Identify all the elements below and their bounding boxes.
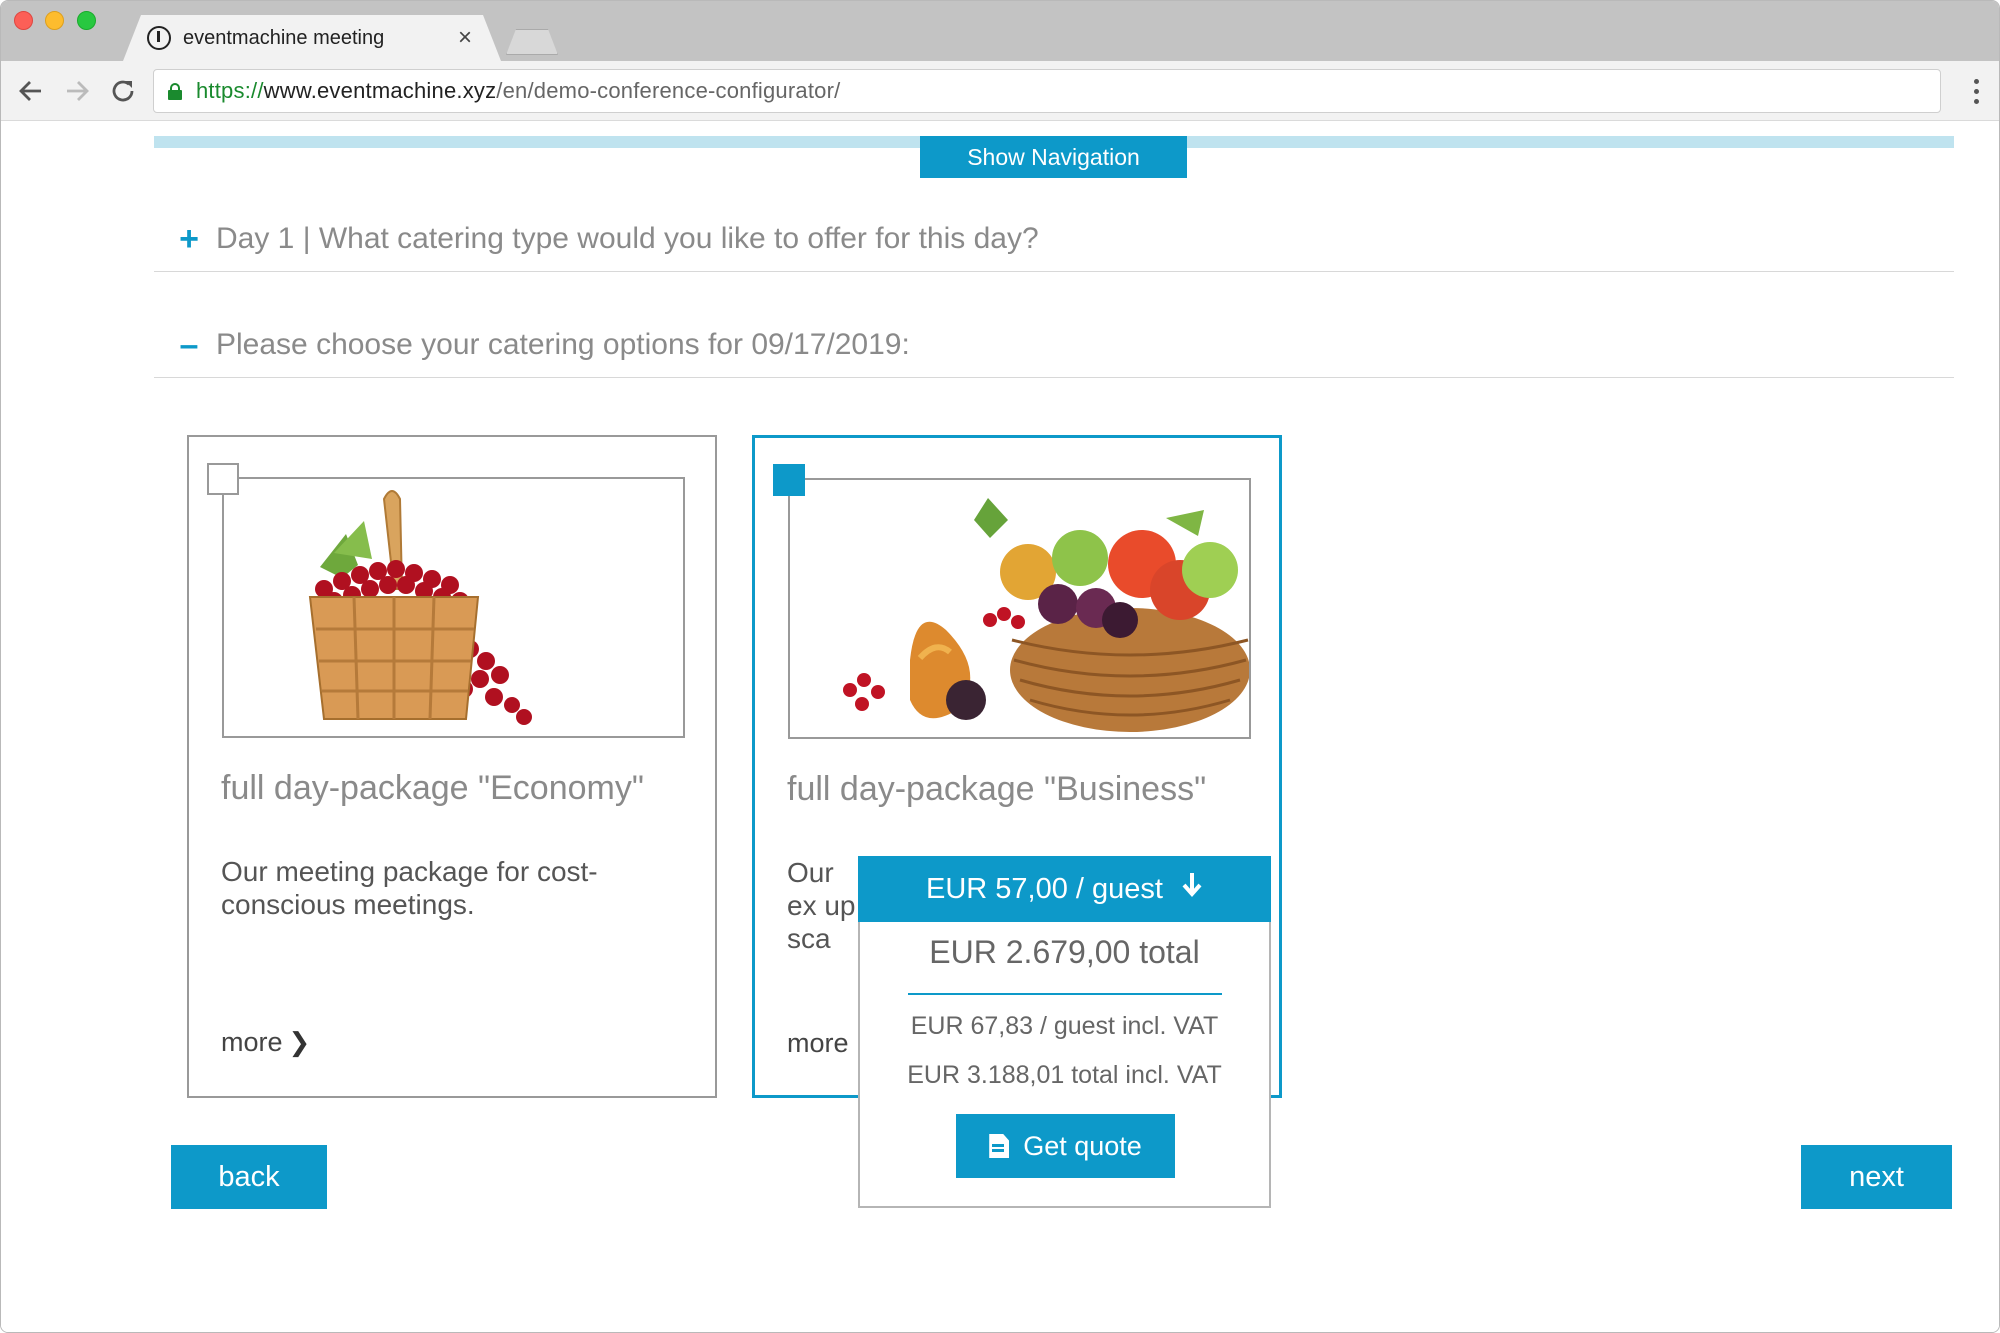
package-card-economy[interactable]: full day-package "Economy" Our meeting p… <box>187 435 717 1098</box>
reload-icon[interactable] <box>107 75 139 107</box>
tab-title: eventmachine meeting <box>183 26 385 49</box>
address-bar[interactable]: https://www.eventmachine.xyz/en/demo-con… <box>153 69 1941 113</box>
package-image <box>788 478 1251 739</box>
price-per-guest: EUR 57,00 / guest <box>926 872 1163 905</box>
maximize-window-button[interactable] <box>77 11 96 30</box>
minimize-window-button[interactable] <box>45 11 64 30</box>
chevron-right-icon: ❯ <box>288 1027 311 1057</box>
package-checkbox[interactable] <box>207 463 239 495</box>
package-description: Our ex upsca <box>787 857 856 954</box>
tab-strip: eventmachine meeting × <box>1 1 1999 61</box>
price-per-guest-header[interactable]: EUR 57,00 / guest <box>858 856 1271 922</box>
close-window-button[interactable] <box>14 11 33 30</box>
more-link[interactable]: more ❯ <box>221 1027 310 1058</box>
browser-toolbar: https://www.eventmachine.xyz/en/demo-con… <box>1 61 1999 121</box>
back-arrow-icon[interactable] <box>15 75 47 107</box>
accordion-label: Day 1 | What catering type would you lik… <box>216 221 1039 255</box>
forward-arrow-icon[interactable] <box>61 75 93 107</box>
get-quote-label: Get quote <box>1023 1130 1142 1161</box>
show-navigation-button[interactable]: Show Navigation <box>920 136 1187 178</box>
power-icon <box>147 26 171 50</box>
package-title: full day-package "Economy" <box>221 769 644 807</box>
expand-plus-icon: + <box>179 219 199 258</box>
accordion-label: Please choose your catering options for … <box>216 327 910 361</box>
package-checkbox[interactable] <box>773 464 805 496</box>
package-title: full day-package "Business" <box>787 770 1207 808</box>
more-label: more <box>221 1027 283 1057</box>
price-per-guest-vat: EUR 67,83 / guest incl. VAT <box>910 1012 1219 1040</box>
page-content: Show Navigation + Day 1 | What catering … <box>1 122 1999 1332</box>
package-image <box>222 477 685 738</box>
browser-tab[interactable]: eventmachine meeting × <box>123 15 501 61</box>
browser-window: eventmachine meeting × https://www.event… <box>0 0 2000 1333</box>
arrow-down-icon <box>1181 871 1203 907</box>
collapse-minus-icon: – <box>179 325 199 364</box>
get-quote-button[interactable]: Get quote <box>956 1114 1175 1178</box>
accordion-catering-options[interactable]: – Please choose your catering options fo… <box>154 312 1954 378</box>
back-button[interactable]: back <box>171 1145 327 1209</box>
document-icon <box>989 1134 1010 1158</box>
more-label: more <box>787 1028 849 1058</box>
url-text: https://www.eventmachine.xyz/en/demo-con… <box>196 78 841 103</box>
package-description: Our meeting package for cost-conscious m… <box>221 856 598 920</box>
tab-close-icon[interactable]: × <box>453 24 477 52</box>
price-total-vat: EUR 3.188,01 total incl. VAT <box>907 1061 1222 1089</box>
browser-menu-icon[interactable] <box>1971 75 1981 107</box>
accordion-catering-type[interactable]: + Day 1 | What catering type would you l… <box>154 206 1954 272</box>
new-tab-button[interactable] <box>506 29 558 55</box>
lock-icon <box>168 83 182 100</box>
next-button[interactable]: next <box>1801 1145 1952 1209</box>
price-total: EUR 2.679,00 total <box>929 934 1200 970</box>
price-divider <box>908 993 1222 995</box>
price-popup: EUR 57,00 / guest EUR 2.679,00 total EUR… <box>858 856 1271 1208</box>
